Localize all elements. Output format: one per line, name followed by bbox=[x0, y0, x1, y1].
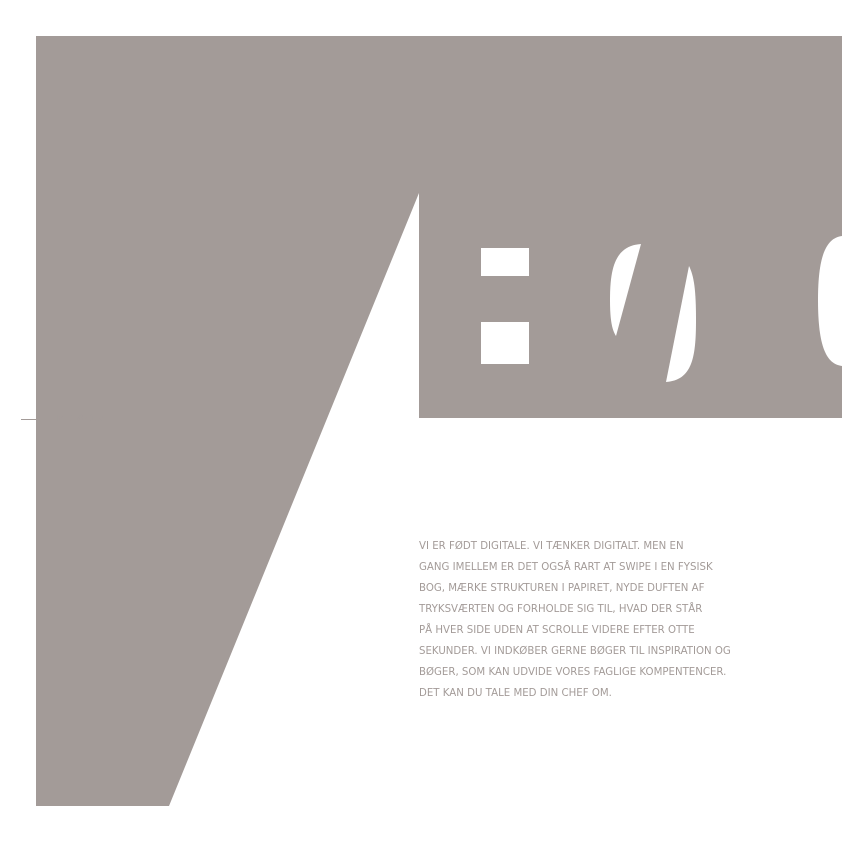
book-page: B 18-19 VI ER FØDT DIGITALE. VI TÆNKER D… bbox=[0, 0, 842, 842]
paragraph-line: PÅ HVER SIDE UDEN AT SCROLLE VIDERE EFTE… bbox=[419, 624, 695, 636]
paragraph-line: DET KAN DU TALE MED DIN CHEF OM. bbox=[419, 687, 612, 699]
paragraph-line: VI ER FØDT DIGITALE. VI TÆNKER DIGITALT.… bbox=[419, 540, 684, 552]
headline-b-upper-counter bbox=[481, 248, 529, 276]
body-paragraph: VI ER FØDT DIGITALE. VI TÆNKER DIGITALT.… bbox=[419, 536, 759, 704]
page-marker: B 18-19 bbox=[21, 412, 105, 426]
headline-b-lower-counter bbox=[481, 322, 529, 364]
page-marker-label: B 18-19 bbox=[57, 414, 105, 424]
page-marker-rule bbox=[21, 418, 51, 420]
paragraph-line: BØGER, SOM KAN UDVIDE VORES FAGLIGE KOMP… bbox=[419, 666, 727, 678]
cover-artwork bbox=[36, 36, 842, 806]
paragraph-line: TRYKSVÆRTEN OG FORHOLDE SIG TIL, HVAD DE… bbox=[419, 603, 703, 615]
paragraph-line: GANG IMELLEM ER DET OGSÅ RART AT SWIPE I… bbox=[419, 561, 713, 573]
paragraph-line: BOG, MÆRKE STRUKTUREN I PAPIRET, NYDE DU… bbox=[419, 582, 705, 594]
paragraph-line: SEKUNDER. VI INDKØBER GERNE BØGER TIL IN… bbox=[419, 645, 731, 657]
